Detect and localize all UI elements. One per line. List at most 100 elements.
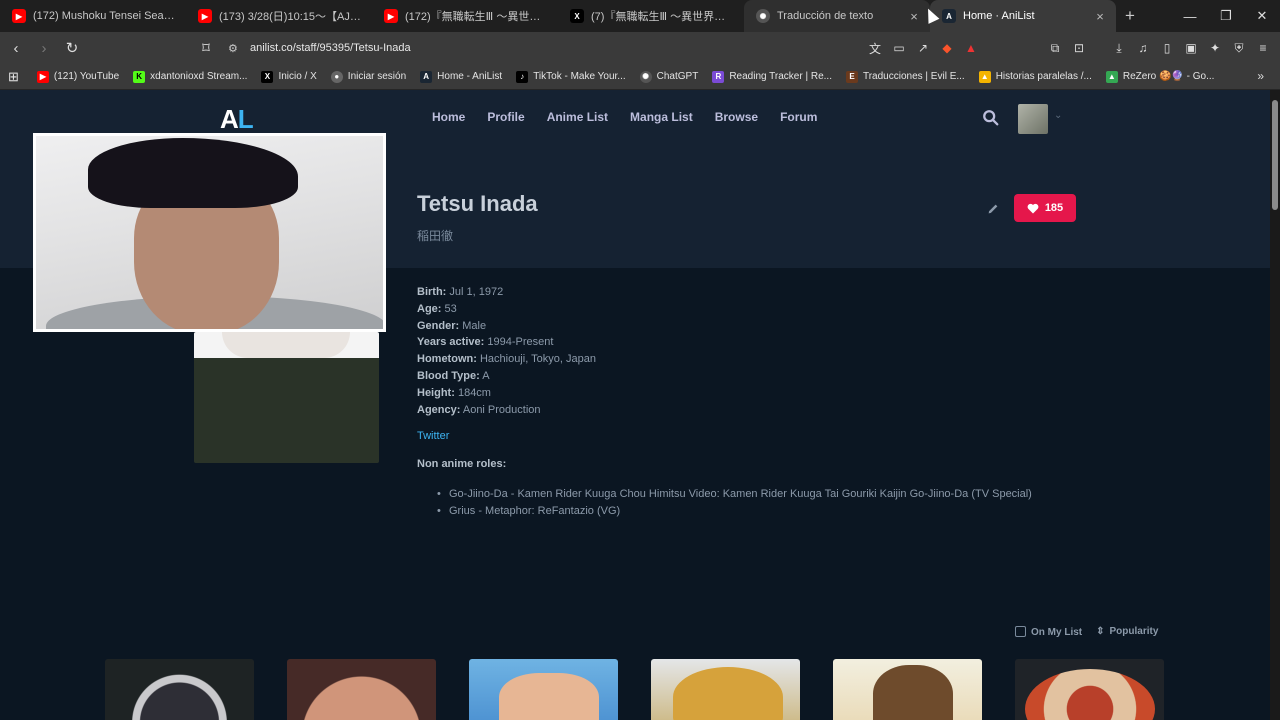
non-anime-roles-list: Go-Jiino-Da - Kamen Rider Kuuga Chou Him… xyxy=(437,486,1032,520)
brave-rewards-icon[interactable]: ▲ xyxy=(962,41,980,55)
favourite-button[interactable]: 185 xyxy=(1014,194,1076,222)
download-icon[interactable]: ⤓ xyxy=(1110,41,1128,56)
browser-tab[interactable]: ▶ (173) 3/28(日)10:15〜【AJ2026】無 xyxy=(186,0,372,32)
nav-home[interactable]: Home xyxy=(432,110,465,124)
character-card[interactable] xyxy=(833,659,982,720)
menu-icon[interactable]: ≡ xyxy=(1254,41,1272,55)
checkbox-icon xyxy=(1015,626,1026,637)
back-icon[interactable]: ‹ xyxy=(4,36,28,60)
bookmark-item[interactable]: ✺ ChatGPT xyxy=(639,70,698,83)
sidebar-icon[interactable]: ▯ xyxy=(1158,41,1176,55)
anilist-icon: A xyxy=(420,70,433,83)
tracker-icon: R xyxy=(712,70,725,83)
anilist-logo[interactable]: AL xyxy=(220,104,254,135)
bookmark-item[interactable]: E Traducciones | Evil E... xyxy=(845,70,965,83)
new-tab-button[interactable]: + xyxy=(1116,6,1144,26)
favourite-count: 185 xyxy=(1044,202,1064,214)
webcam-overlay xyxy=(33,133,386,332)
page-scrollbar[interactable] xyxy=(1270,90,1280,720)
staff-name: Tetsu Inada xyxy=(417,191,538,216)
bookmark-item[interactable]: A Home - AniList xyxy=(420,70,502,83)
character-card[interactable] xyxy=(1015,659,1164,720)
bookmark-item[interactable]: ♪ TikTok - Make Your... xyxy=(516,70,626,83)
nav-profile[interactable]: Profile xyxy=(487,110,524,124)
character-card[interactable] xyxy=(651,659,800,720)
browser-tab[interactable]: ▶ (172)『無職転生Ⅲ ～異世界行ったら xyxy=(372,0,558,32)
character-card[interactable] xyxy=(287,659,436,720)
address-toolbar: ‹ › ↻ ⌑ ⚙ anilist.co/staff/95395/Tetsu-I… xyxy=(0,32,1280,64)
more-bookmarks-icon[interactable]: » xyxy=(1257,69,1264,83)
character-card[interactable] xyxy=(469,659,618,720)
tab-title: (172) Mushoku Tensei Season 2 Op xyxy=(33,10,178,22)
cast-icon[interactable]: ▭ xyxy=(890,41,908,55)
tab-title: (7)『無職転生Ⅲ ～異世界行ったら本 xyxy=(591,11,736,23)
close-tab-icon[interactable]: × xyxy=(1092,9,1108,24)
character-cards xyxy=(105,659,1164,720)
scrollbar-thumb[interactable] xyxy=(1272,100,1278,210)
info-birth: Birth: Jul 1, 1972 xyxy=(417,286,504,298)
heart-icon xyxy=(1027,203,1039,213)
nav-forum[interactable]: Forum xyxy=(780,110,817,124)
screenshot-icon[interactable]: ⊡ xyxy=(1070,41,1088,55)
restore-icon[interactable]: ❐ xyxy=(1208,0,1244,32)
avatar[interactable] xyxy=(1018,104,1048,134)
sort-icon: ⇕ xyxy=(1096,626,1105,637)
extensions-icon[interactable]: ⧉ xyxy=(1046,41,1064,56)
info-height: Height: 184cm xyxy=(417,386,491,399)
leo-icon[interactable]: ✦ xyxy=(1206,41,1224,55)
info-agency: Agency: Aoni Production xyxy=(417,403,541,416)
vpn-icon[interactable]: ⛨ xyxy=(1230,41,1248,56)
forward-icon[interactable]: › xyxy=(32,36,56,60)
close-window-icon[interactable]: ✕ xyxy=(1244,0,1280,32)
info-age: Age: 53 xyxy=(417,302,457,315)
staff-native-name: 稲田徹 xyxy=(417,229,454,243)
browser-tab[interactable]: X (7)『無職転生Ⅲ ～異世界行ったら本 xyxy=(558,0,744,32)
site-info-icon[interactable]: ⚙ xyxy=(228,42,240,55)
staff-info: Birth: Jul 1, 1972 Age: 53 Gender: Male … xyxy=(417,284,596,418)
share-icon[interactable]: ↗ xyxy=(914,41,932,55)
character-card[interactable] xyxy=(105,659,254,720)
media-icon[interactable]: ♫ xyxy=(1134,41,1152,55)
bookmark-item[interactable]: ▲ Historias paralelas /... xyxy=(978,70,1092,83)
bookmark-item[interactable]: R Reading Tracker | Re... xyxy=(712,70,832,83)
url-text: anilist.co/staff/95395/Tetsu-Inada xyxy=(250,42,411,54)
youtube-icon: ▶ xyxy=(12,9,26,23)
url-bar[interactable]: ⚙ anilist.co/staff/95395/Tetsu-Inada xyxy=(218,36,968,60)
nav-anime-list[interactable]: Anime List xyxy=(547,110,608,124)
bookmark-item[interactable]: X Inicio / X xyxy=(261,70,317,83)
tab-title: Traducción de texto xyxy=(777,10,874,22)
kick-icon: K xyxy=(133,70,146,83)
browser-tab[interactable]: ▶ (172) Mushoku Tensei Season 2 Op xyxy=(0,0,186,32)
nav-manga-list[interactable]: Manga List xyxy=(630,110,693,124)
on-my-list-toggle[interactable]: On My List xyxy=(1015,626,1082,638)
chevron-down-icon[interactable]: ⌄ xyxy=(1054,110,1062,121)
pencil-icon[interactable] xyxy=(986,202,1000,216)
sort-select[interactable]: ⇕ Popularity xyxy=(1096,626,1158,638)
apps-icon[interactable]: ⊞ xyxy=(8,69,19,85)
bookmark-item[interactable]: ● Iniciar sesión xyxy=(330,70,406,83)
youtube-icon: ▶ xyxy=(36,70,49,83)
brave-shield-icon[interactable]: ◆ xyxy=(938,41,956,55)
browser-tab-strip: ▶ (172) Mushoku Tensei Season 2 Op ▶ (17… xyxy=(0,0,1280,32)
roles-filters: On My List ⇕ Popularity xyxy=(1015,626,1158,638)
twitter-link[interactable]: Twitter xyxy=(417,430,449,442)
non-anime-roles-title: Non anime roles: xyxy=(417,458,507,470)
openai-icon: ✺ xyxy=(756,9,770,23)
reload-icon[interactable]: ↻ xyxy=(60,36,84,60)
bookmark-item[interactable]: Kxdantonioxd Stream... xyxy=(133,70,247,83)
close-tab-icon[interactable]: × xyxy=(906,9,922,24)
browser-tab[interactable]: ✺ Traducción de texto × xyxy=(744,0,930,32)
wallet-icon[interactable]: ▣ xyxy=(1182,41,1200,55)
info-blood-type: Blood Type: A xyxy=(417,369,490,382)
bookmark-item[interactable]: ▶ (121) YouTube xyxy=(36,70,119,83)
info-hometown: Hometown: Hachiouji, Tokyo, Japan xyxy=(417,353,596,366)
search-icon[interactable] xyxy=(982,109,1000,127)
nav-browse[interactable]: Browse xyxy=(715,110,758,124)
toolbar-actions: 文 ▭ ↗ ◆ ▲ ⧉ ⊡ ⤓ ♫ ▯ ▣ ✦ ⛨ ≡ xyxy=(866,36,1272,60)
bookmark-item[interactable]: ▲ ReZero 🍪🔮 - Go... xyxy=(1105,70,1214,83)
minimize-icon[interactable]: — xyxy=(1172,0,1208,32)
translate-icon[interactable]: 文 xyxy=(866,40,884,57)
browser-tab-active[interactable]: A Home · AniList × xyxy=(930,0,1116,32)
youtube-icon: ▶ xyxy=(384,9,398,23)
bookmark-icon[interactable]: ⌑ xyxy=(194,36,218,60)
